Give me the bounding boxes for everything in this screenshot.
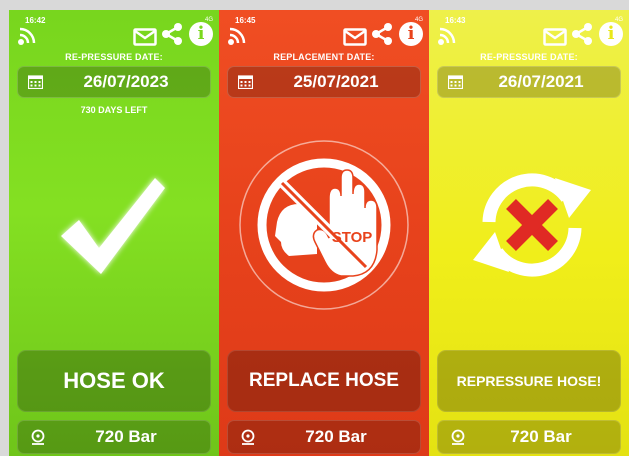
mail-icon[interactable]	[133, 28, 157, 46]
top-toolbar: i	[429, 20, 629, 50]
pressure-field: 720 Bar	[227, 420, 421, 454]
info-icon[interactable]: i	[189, 22, 213, 46]
hose-status-button[interactable]: REPRESSURE HOSE!	[437, 350, 621, 412]
nfc-signal-icon[interactable]	[17, 24, 39, 46]
panel-hose-ok: 16:42 4G i RE-PRESSURE DATE: 26/07/2023 …	[9, 10, 219, 456]
pressure-gauge-icon	[241, 429, 255, 445]
pressure-field: 720 Bar	[437, 420, 621, 454]
stop-label: STOP	[332, 229, 373, 246]
nfc-signal-icon[interactable]	[437, 24, 459, 46]
top-toolbar: i	[9, 20, 219, 50]
checkmark-icon	[61, 178, 165, 274]
share-icon[interactable]	[571, 22, 593, 46]
pressure-value: 720 Bar	[510, 427, 572, 446]
date-value: 26/07/2023	[83, 72, 169, 91]
calendar-icon	[28, 75, 43, 89]
repressure-cycle-icon	[473, 173, 591, 277]
hose-status-button[interactable]: REPLACE HOSE	[227, 350, 421, 412]
top-toolbar: i	[219, 20, 429, 50]
share-icon[interactable]	[161, 22, 183, 46]
mail-icon[interactable]	[543, 28, 567, 46]
hose-status-button[interactable]: HOSE OK	[17, 350, 211, 412]
info-icon[interactable]: i	[599, 22, 623, 46]
panel-replace-hose: 16:45 4G i REPLACEMENT DATE: 25/07/2021	[219, 10, 429, 456]
date-label: REPLACEMENT DATE:	[273, 52, 375, 62]
date-value: 25/07/2021	[293, 72, 379, 91]
date-field[interactable]: 26/07/2023	[17, 66, 211, 98]
date-value: 26/07/2021	[498, 72, 584, 91]
nfc-signal-icon[interactable]	[227, 24, 249, 46]
date-label: RE-PRESSURE DATE:	[65, 52, 163, 62]
pressure-gauge-icon	[451, 429, 465, 445]
date-label: RE-PRESSURE DATE:	[480, 52, 578, 62]
pressure-value: 720 Bar	[305, 427, 367, 446]
pressure-field: 720 Bar	[17, 420, 211, 454]
date-field[interactable]: 25/07/2021	[227, 66, 421, 98]
share-icon[interactable]	[371, 22, 393, 46]
info-icon[interactable]: i	[399, 22, 423, 46]
date-field[interactable]: 26/07/2021	[437, 66, 621, 98]
pressure-gauge-icon	[31, 429, 45, 445]
panel-repressure-hose: 16:43 4G i RE-PRESSURE DATE: 26/07/2021	[429, 10, 629, 456]
mail-icon[interactable]	[343, 28, 367, 46]
calendar-icon	[448, 75, 463, 89]
pressure-value: 720 Bar	[95, 427, 157, 446]
stop-hand-icon: STOP	[239, 140, 409, 310]
calendar-icon	[238, 75, 253, 89]
days-left: 730 DAYS LEFT	[80, 105, 148, 115]
